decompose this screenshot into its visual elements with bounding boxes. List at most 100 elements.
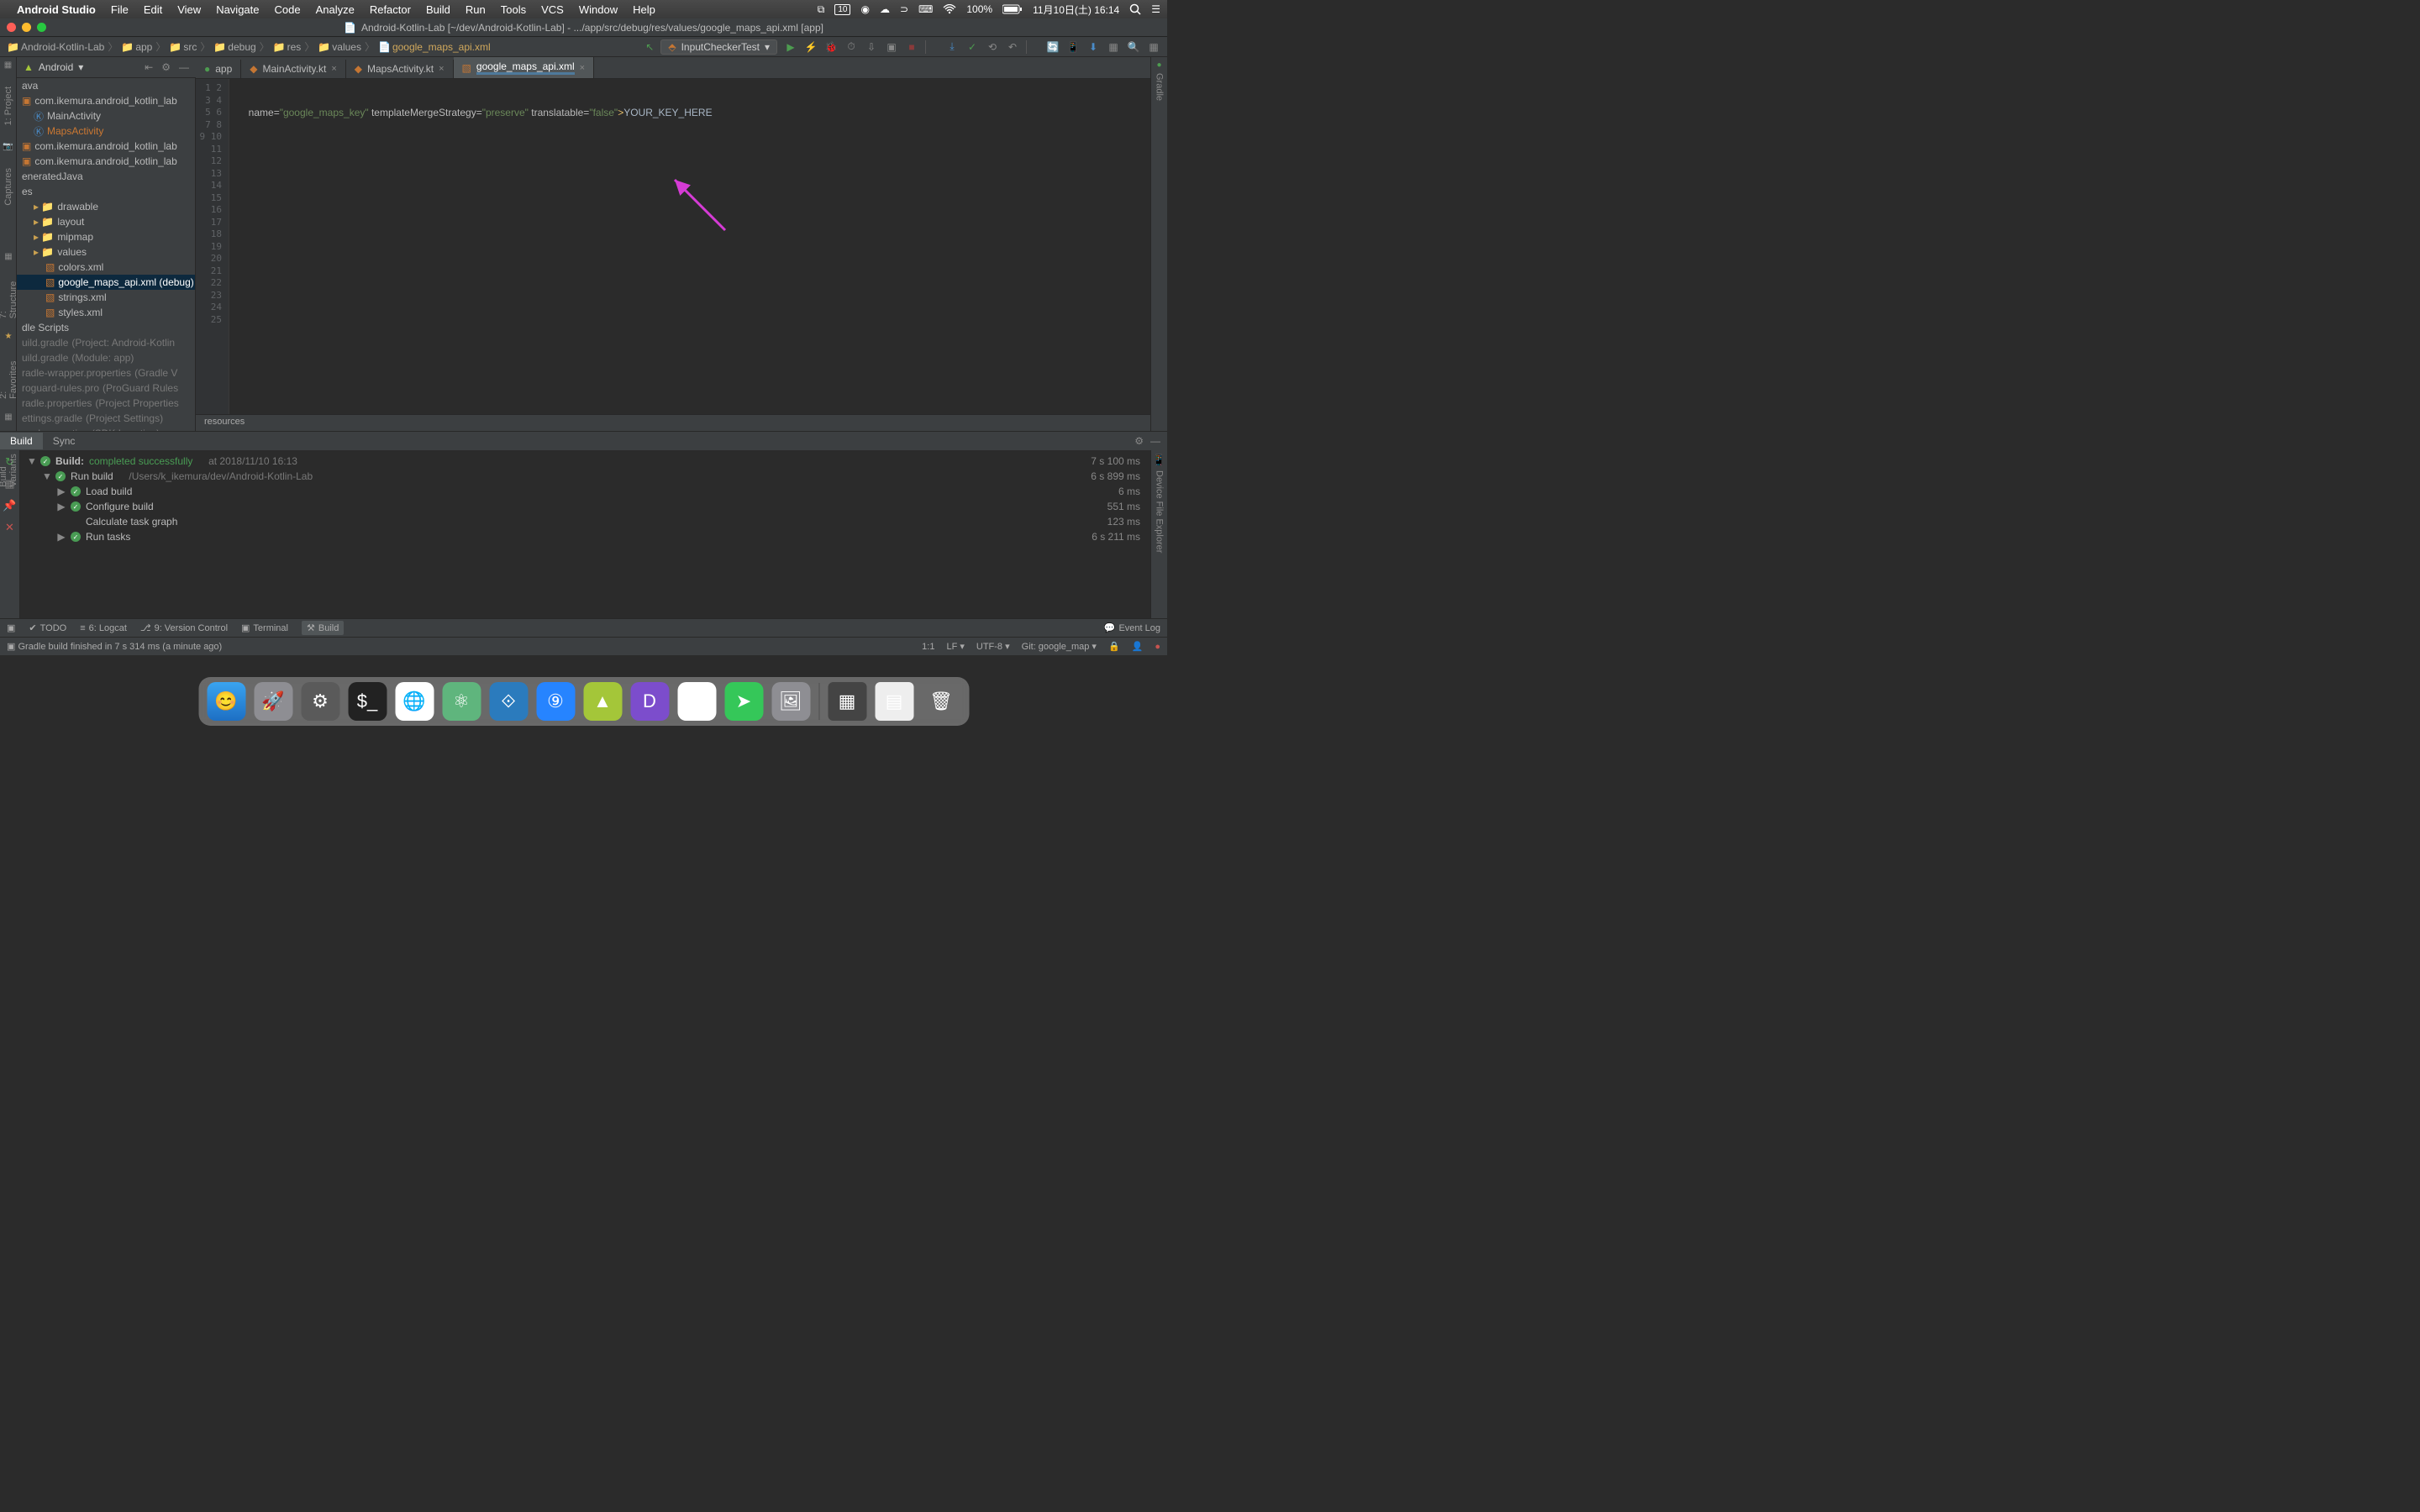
crumb-1[interactable]: app xyxy=(135,41,152,53)
project-scope-selector[interactable]: ▲ Android ▾ xyxy=(24,61,83,73)
tree-row[interactable]: ▸ 📁 values xyxy=(17,244,195,260)
tree-row[interactable]: ▧ google_maps_api.xml (debug) xyxy=(17,275,195,290)
dock-chrome[interactable]: 🌐 xyxy=(395,682,434,721)
variants-label[interactable]: Build Variants xyxy=(0,435,18,487)
wifi-icon[interactable] xyxy=(943,4,956,14)
tree-row[interactable]: ▧ strings.xml xyxy=(17,290,195,305)
vcs-update-icon[interactable]: ⤓ xyxy=(945,40,959,54)
collapse-icon[interactable]: ⇤ xyxy=(145,61,153,73)
screencast-icon[interactable]: ⧉ xyxy=(818,3,825,16)
crumb-5[interactable]: values xyxy=(332,41,361,53)
sync-icon[interactable]: 🔄 xyxy=(1046,40,1060,54)
project-tree[interactable]: ava▣ com.ikemura.android_kotlin_labⓀ Mai… xyxy=(17,78,196,431)
status-icon[interactable]: ▣ xyxy=(7,641,15,652)
vcs-history-icon[interactable]: ⟲ xyxy=(986,40,999,54)
vcs-revert-icon[interactable]: ↶ xyxy=(1006,40,1019,54)
window-close-button[interactable] xyxy=(7,23,16,32)
tray-icon-2[interactable]: ⊃ xyxy=(900,3,908,15)
tab-maps-activity[interactable]: ◆MapsActivity.kt× xyxy=(346,60,454,78)
tree-row[interactable]: uild.gradle (Module: app) xyxy=(17,350,195,365)
profile-icon[interactable]: ⏱ xyxy=(844,40,858,54)
tab-google-maps-api[interactable]: ▧google_maps_api.xml× xyxy=(454,57,595,78)
dock-android-studio[interactable]: ▲ xyxy=(583,682,622,721)
tree-row[interactable]: radle-wrapper.properties (Gradle V xyxy=(17,365,195,381)
crumb-2[interactable]: src xyxy=(183,41,197,53)
encoding[interactable]: UTF-8 ▾ xyxy=(976,641,1010,652)
inspection-icon[interactable]: 👤 xyxy=(1132,641,1144,652)
build-root[interactable]: ▼✓ Build: completed successfully at 2018… xyxy=(27,454,1144,469)
menu-analyze[interactable]: Analyze xyxy=(316,3,355,16)
crumb-0[interactable]: Android-Kotlin-Lab xyxy=(21,41,104,53)
tree-row[interactable]: eneratedJava xyxy=(17,169,195,184)
right-strip-gradle[interactable]: Gradle xyxy=(1155,73,1165,101)
back-nav-icon[interactable]: ↖ xyxy=(645,41,654,53)
menu-refactor[interactable]: Refactor xyxy=(370,3,411,16)
debug-button[interactable]: 🐞 xyxy=(824,40,838,54)
menu-navigate[interactable]: Navigate xyxy=(216,3,259,16)
menu-code[interactable]: Code xyxy=(275,3,301,16)
caret-pos[interactable]: 1:1 xyxy=(922,642,934,652)
battery-icon[interactable] xyxy=(1002,4,1023,14)
menu-tools[interactable]: Tools xyxy=(501,3,526,16)
window-maximize-button[interactable] xyxy=(37,23,46,32)
dock-app-circle[interactable]: ◯ xyxy=(677,682,716,721)
menu-edit[interactable]: Edit xyxy=(144,3,162,16)
hide-icon[interactable]: — xyxy=(179,61,189,73)
tree-row[interactable]: ▸ 📁 mipmap xyxy=(17,229,195,244)
build-tool[interactable]: ⚒Build xyxy=(302,621,344,635)
structure-icon[interactable]: ▦ xyxy=(1107,40,1120,54)
close-icon[interactable]: ✕ xyxy=(5,521,14,534)
project-tool-icon[interactable]: ▦ xyxy=(4,60,12,70)
dock-vscode[interactable]: ⟐ xyxy=(489,682,528,721)
crumb-3[interactable]: debug xyxy=(228,41,255,53)
vcs-commit-icon[interactable]: ✓ xyxy=(965,40,979,54)
dock-app-purple[interactable]: D xyxy=(630,682,669,721)
build-item[interactable]: ▶✓ Run tasks6 s 211 ms xyxy=(27,529,1144,544)
structure-icon[interactable]: ▦ xyxy=(4,252,12,261)
git-branch[interactable]: Git: google_map ▾ xyxy=(1022,641,1097,652)
right-strip-device[interactable]: Device File Explorer xyxy=(1155,470,1165,553)
run-button[interactable]: ▶ xyxy=(784,40,797,54)
tree-row[interactable]: ocal.properties (SDK Location) xyxy=(17,426,195,431)
tree-row[interactable]: ettings.gradle (Project Settings) xyxy=(17,411,195,426)
dock-telegram[interactable]: ➤ xyxy=(724,682,763,721)
dock-sourcetree[interactable]: ⑨ xyxy=(536,682,575,721)
hide-icon[interactable]: — xyxy=(1150,435,1160,447)
menu-app-name[interactable]: Android Studio xyxy=(17,3,96,16)
crumb-4[interactable]: res xyxy=(287,41,302,53)
structure-label[interactable]: 7: Structure xyxy=(0,275,18,318)
left-strip-captures[interactable]: Captures xyxy=(3,168,13,206)
apply-changes-icon[interactable]: ⚡ xyxy=(804,40,818,54)
dock-atom[interactable]: ⚛ xyxy=(442,682,481,721)
close-icon[interactable]: × xyxy=(580,63,585,73)
vcs-tool[interactable]: ⎇9: Version Control xyxy=(140,622,228,633)
build-output-tree[interactable]: ▼✓ Build: completed successfully at 2018… xyxy=(20,450,1150,618)
menu-run[interactable]: Run xyxy=(466,3,486,16)
dock-folder-2[interactable]: ▤ xyxy=(875,682,913,721)
tool-window-icon[interactable]: ▣ xyxy=(7,622,15,633)
search-icon[interactable]: 🔍 xyxy=(1127,40,1140,54)
editor-body[interactable]: 1 2 3 4 5 6 7 8 9 10 11 12 13 14 15 16 1… xyxy=(196,79,1150,414)
line-ending[interactable]: LF ▾ xyxy=(946,641,964,652)
favorites-label[interactable]: 2: Favorites xyxy=(0,354,18,399)
tree-row[interactable]: radle.properties (Project Properties xyxy=(17,396,195,411)
menu-window[interactable]: Window xyxy=(579,3,618,16)
stop-icon[interactable]: ▣ xyxy=(885,40,898,54)
tree-row[interactable]: roguard-rules.pro (ProGuard Rules xyxy=(17,381,195,396)
run-config-selector[interactable]: ⬘ InputCheckerTest ▾ xyxy=(660,39,777,55)
device-explorer-icon[interactable]: 📱 xyxy=(1152,454,1165,467)
dock-terminal[interactable]: $_ xyxy=(348,682,387,721)
tree-row[interactable]: ▧ colors.xml xyxy=(17,260,195,275)
close-icon[interactable]: × xyxy=(439,64,444,74)
gradle-tool-icon[interactable]: ● xyxy=(1156,60,1161,70)
stop-red-icon[interactable]: ■ xyxy=(905,40,918,54)
build-item[interactable]: Calculate task graph123 ms xyxy=(27,514,1144,529)
tree-row[interactable]: ▸ 📁 drawable xyxy=(17,199,195,214)
terminal-tool[interactable]: ▣Terminal xyxy=(241,622,288,633)
code-area[interactable]: name="google_maps_key" templateMergeStra… xyxy=(229,79,1150,414)
build-tab-sync[interactable]: Sync xyxy=(43,433,86,449)
dock-preview[interactable]: 🖼 xyxy=(771,682,810,721)
tree-row[interactable]: uild.gradle (Project: Android-Kotlin xyxy=(17,335,195,350)
error-indicator-icon[interactable]: ● xyxy=(1155,642,1160,652)
dock-folder-1[interactable]: ▦ xyxy=(828,682,866,721)
